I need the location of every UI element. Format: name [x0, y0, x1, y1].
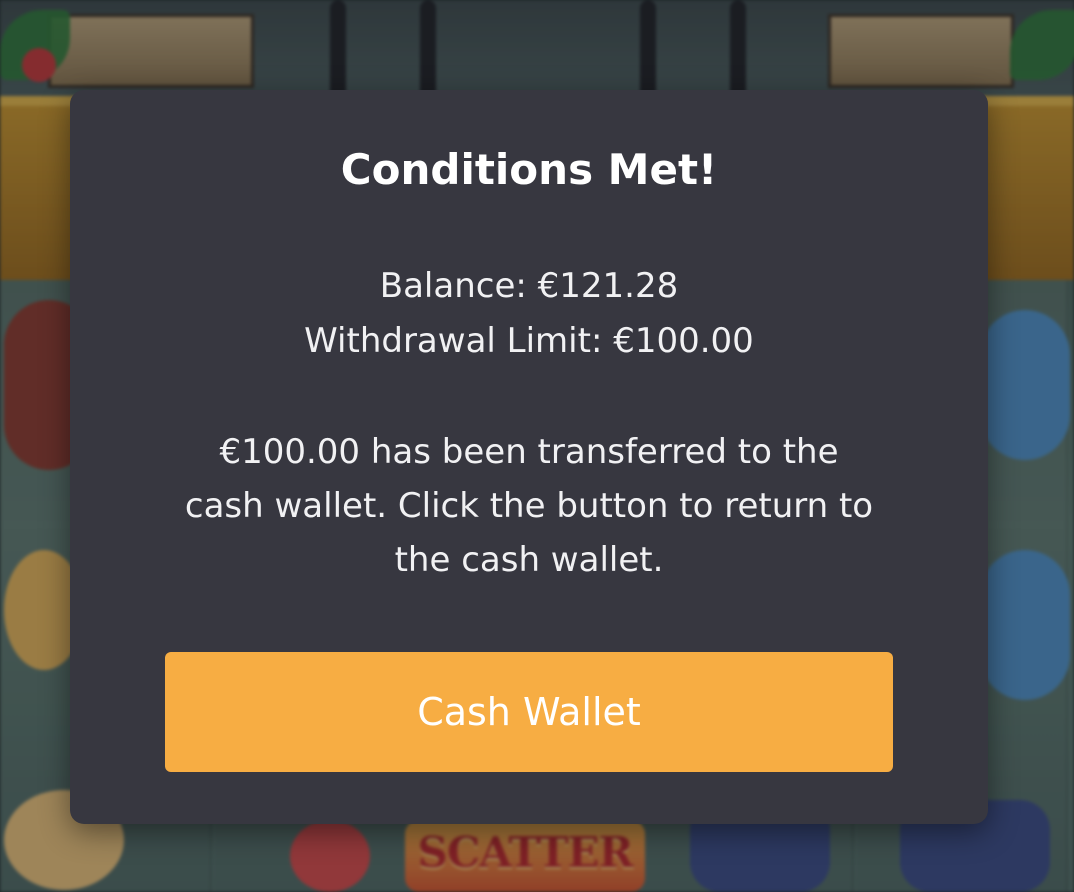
transfer-message: €100.00 has been transferred to the cash… — [184, 432, 874, 580]
balance-text: Balance: €121.28 — [379, 266, 679, 306]
withdrawal-limit-text: Withdrawal Limit: €100.00 — [304, 321, 754, 361]
dialog-title: Conditions Met! — [340, 145, 718, 194]
cash-wallet-button[interactable]: Cash Wallet — [165, 652, 893, 772]
conditions-met-dialog: Conditions Met! Balance: €121.28 Withdra… — [70, 90, 988, 824]
game-screen: SCATTER Conditions Met! Balance: €121.28… — [0, 0, 1074, 892]
